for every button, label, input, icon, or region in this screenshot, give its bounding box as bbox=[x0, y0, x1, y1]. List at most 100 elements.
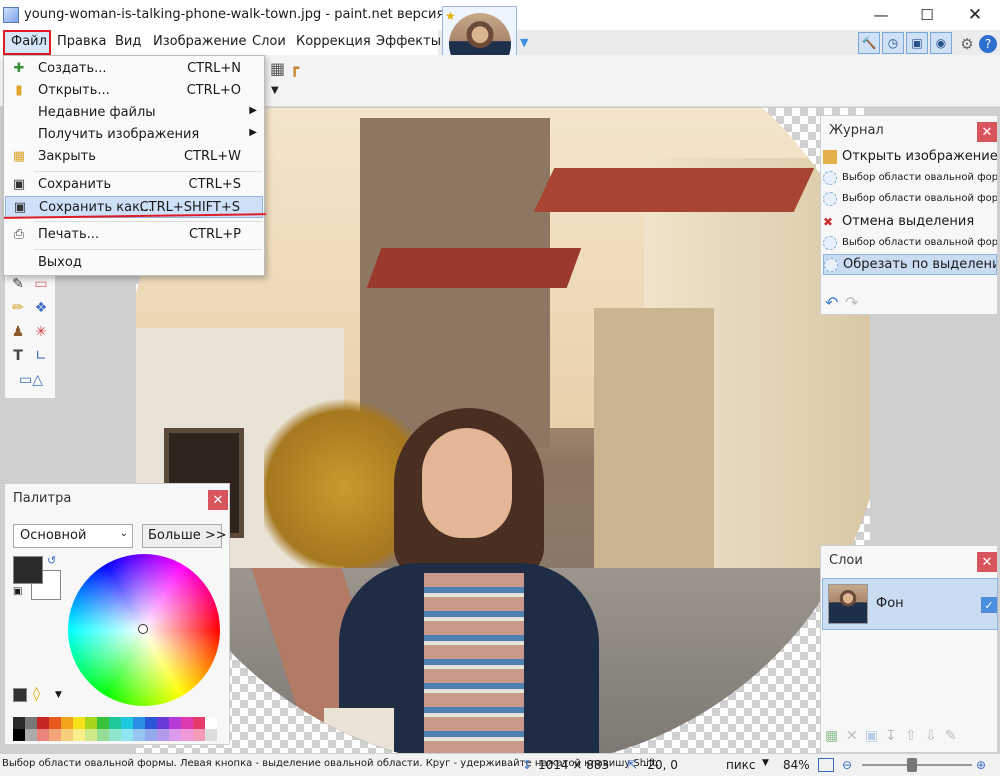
chevron-down-icon[interactable]: ▼ bbox=[762, 758, 769, 768]
units-select[interactable]: пикс bbox=[726, 758, 756, 772]
layers-window-icon[interactable]: ▣ bbox=[906, 32, 928, 54]
primary-color-swatch[interactable] bbox=[13, 556, 43, 584]
color-swatch[interactable] bbox=[85, 717, 97, 729]
color-swatch[interactable] bbox=[25, 717, 37, 729]
menu-edit[interactable]: Правка bbox=[57, 34, 106, 49]
menu-item-close[interactable]: ▦ Закрыть CTRL+W bbox=[5, 146, 263, 168]
menu-item-recent-files[interactable]: Недавние файлы ▶ bbox=[5, 102, 263, 124]
color-swatch[interactable] bbox=[49, 729, 61, 741]
color-swatch[interactable] bbox=[109, 729, 121, 741]
minimize-icon[interactable]: — bbox=[858, 0, 904, 30]
color-swatch[interactable] bbox=[97, 729, 109, 741]
zoom-to-window-icon[interactable] bbox=[818, 758, 834, 772]
color-swatch[interactable] bbox=[97, 717, 109, 729]
palette-swatches[interactable] bbox=[13, 717, 223, 741]
color-swatch[interactable] bbox=[73, 729, 85, 741]
zoom-out-icon[interactable]: ⊖ bbox=[842, 758, 852, 772]
menu-item-new[interactable]: ✚ Создать... CTRL+N bbox=[5, 58, 263, 80]
color-swatch[interactable] bbox=[145, 729, 157, 741]
line-curve-icon[interactable]: ∟ bbox=[31, 346, 51, 366]
close-icon[interactable]: ✕ bbox=[208, 490, 228, 510]
layer-visibility-checkbox[interactable]: ✓ bbox=[981, 597, 997, 613]
colors-window-icon[interactable]: ◉ bbox=[930, 32, 952, 54]
reset-colors-icon[interactable]: ▣ bbox=[13, 586, 22, 597]
add-layer-icon[interactable]: ▦ bbox=[825, 728, 838, 744]
color-swatch[interactable] bbox=[169, 717, 181, 729]
close-icon[interactable]: ✕ bbox=[952, 0, 998, 30]
menu-file[interactable]: Файл bbox=[11, 34, 47, 49]
color-swatch[interactable] bbox=[121, 717, 133, 729]
color-swatch[interactable] bbox=[37, 717, 49, 729]
color-swatch[interactable] bbox=[133, 729, 145, 741]
close-icon[interactable]: ✕ bbox=[977, 552, 997, 572]
help-icon[interactable]: ? bbox=[979, 35, 997, 53]
undo-icon[interactable]: ↶ bbox=[825, 293, 838, 312]
palette-icon[interactable]: ◊ bbox=[33, 686, 40, 702]
color-swatch[interactable] bbox=[85, 729, 97, 741]
menu-item-exit[interactable]: Выход bbox=[5, 252, 263, 274]
menu-item-save[interactable]: ▣ Сохранить CTRL+S bbox=[5, 174, 263, 196]
clone-stamp-icon[interactable]: ♟ bbox=[8, 322, 28, 342]
move-layer-down-icon[interactable]: ⇩ bbox=[925, 728, 937, 744]
menu-item-open[interactable]: ▮ Открыть... CTRL+O bbox=[5, 80, 263, 102]
zoom-slider[interactable] bbox=[862, 764, 972, 766]
history-item[interactable]: Выбор области овальной формы bbox=[823, 167, 997, 188]
ruler-icon[interactable]: ┏ bbox=[290, 59, 299, 77]
history-item[interactable]: Открыть изображение bbox=[823, 146, 997, 167]
history-item-selected[interactable]: Обрезать по выделению bbox=[823, 254, 997, 275]
color-swatch-icon[interactable] bbox=[13, 688, 27, 702]
color-swatch[interactable] bbox=[157, 717, 169, 729]
recolor-icon[interactable]: ✳ bbox=[31, 322, 51, 342]
redo-icon[interactable]: ↷ bbox=[845, 293, 858, 312]
layer-row[interactable]: Фон ✓ bbox=[822, 578, 998, 630]
color-swatch[interactable] bbox=[37, 729, 49, 741]
color-swatch[interactable] bbox=[205, 717, 217, 729]
text-icon[interactable]: T bbox=[8, 346, 28, 366]
color-picker-icon[interactable]: ❖ bbox=[31, 298, 51, 318]
history-item[interactable]: ✖ Отмена выделения bbox=[823, 211, 997, 232]
swap-colors-icon[interactable]: ↺ bbox=[47, 554, 56, 567]
color-swatch[interactable] bbox=[49, 717, 61, 729]
shapes-icon[interactable]: ▭△ bbox=[11, 370, 51, 390]
color-swatch[interactable] bbox=[25, 729, 37, 741]
color-swatch[interactable] bbox=[13, 729, 25, 741]
zoom-in-icon[interactable]: ⊕ bbox=[976, 758, 986, 772]
paintbrush-icon[interactable]: ✎ bbox=[8, 274, 28, 294]
close-icon[interactable]: ✕ bbox=[977, 122, 997, 142]
settings-gear-icon[interactable]: ⚙ bbox=[957, 34, 977, 54]
color-swatch[interactable] bbox=[61, 717, 73, 729]
menu-view[interactable]: Вид bbox=[115, 34, 141, 49]
tools-window-icon[interactable]: 🔨 bbox=[858, 32, 880, 54]
color-swatch[interactable] bbox=[169, 729, 181, 741]
duplicate-layer-icon[interactable]: ▣ bbox=[865, 728, 878, 744]
color-swatch[interactable] bbox=[205, 729, 217, 741]
color-swatch[interactable] bbox=[13, 717, 25, 729]
color-swatch[interactable] bbox=[157, 729, 169, 741]
menu-item-acquire[interactable]: Получить изображения ▶ bbox=[5, 124, 263, 146]
color-swatch[interactable] bbox=[61, 729, 73, 741]
more-button[interactable]: Больше >> bbox=[142, 524, 227, 548]
delete-layer-icon[interactable]: ✕ bbox=[846, 728, 858, 744]
color-wheel-cursor[interactable] bbox=[138, 624, 148, 634]
palette-mode-select[interactable]: Основной ⌄ bbox=[13, 524, 133, 548]
color-swatch[interactable] bbox=[133, 717, 145, 729]
menu-item-print[interactable]: ⎙ Печать... CTRL+P bbox=[5, 224, 263, 246]
chevron-down-icon[interactable]: ▼ bbox=[271, 85, 279, 96]
maximize-icon[interactable]: ☐ bbox=[904, 0, 950, 30]
menu-image[interactable]: Изображение bbox=[153, 34, 246, 49]
eraser-icon[interactable]: ▭ bbox=[31, 274, 51, 294]
merge-layer-icon[interactable]: ↧ bbox=[885, 728, 897, 744]
menu-effects[interactable]: Эффекты bbox=[376, 34, 441, 49]
layer-properties-icon[interactable]: ✎ bbox=[945, 728, 957, 744]
menu-layers[interactable]: Слои bbox=[252, 34, 286, 49]
zoom-level[interactable]: 84% bbox=[783, 758, 810, 772]
chevron-down-icon[interactable]: ▼ bbox=[55, 690, 62, 700]
move-layer-up-icon[interactable]: ⇧ bbox=[905, 728, 917, 744]
chevron-down-icon[interactable]: ▼ bbox=[520, 36, 528, 49]
color-swatch[interactable] bbox=[181, 729, 193, 741]
zoom-slider-thumb[interactable] bbox=[907, 758, 917, 772]
color-swatch[interactable] bbox=[73, 717, 85, 729]
color-swatch[interactable] bbox=[109, 717, 121, 729]
color-swatch[interactable] bbox=[145, 717, 157, 729]
pencil-icon[interactable]: ✏ bbox=[8, 298, 28, 318]
